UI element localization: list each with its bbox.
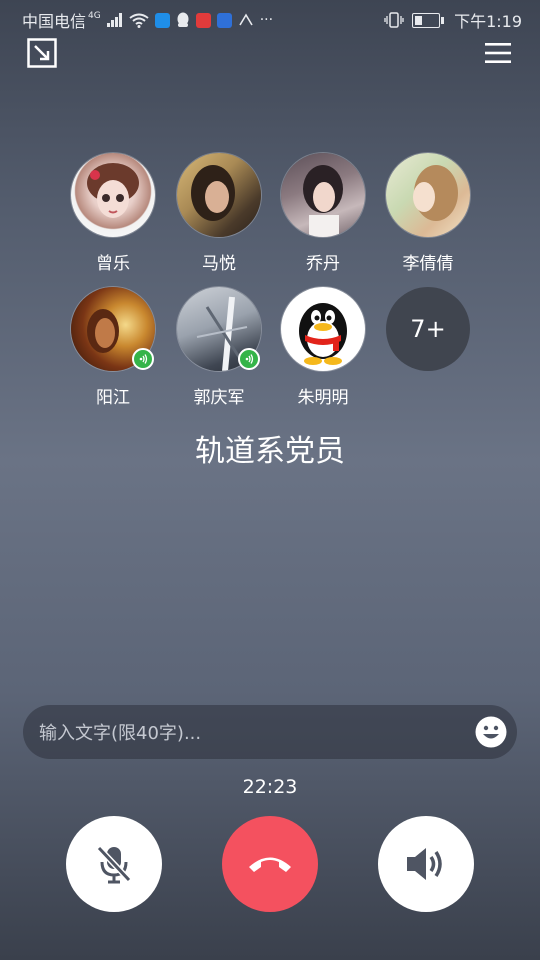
sound-wave-icon xyxy=(139,354,148,364)
member-name: 马悦 xyxy=(202,254,236,274)
smiley-icon xyxy=(475,716,507,748)
app-notification-icon xyxy=(239,13,253,26)
phone-hangup-icon xyxy=(249,857,291,872)
network-type-label: 4G xyxy=(88,11,101,21)
avatar-illustration xyxy=(87,163,139,218)
speaking-indicator xyxy=(238,348,260,370)
menu-button[interactable] xyxy=(485,42,511,64)
member-item[interactable]: 马悦 xyxy=(177,153,261,274)
member-name: 曾乐 xyxy=(96,254,130,274)
hangup-button[interactable] xyxy=(222,816,318,912)
mute-button[interactable] xyxy=(66,816,162,912)
emoji-button[interactable] xyxy=(475,716,507,748)
member-name: 郭庆军 xyxy=(193,388,245,408)
app-notification-icon xyxy=(195,12,211,28)
app-notification-icon xyxy=(216,12,232,28)
member-item[interactable]: 阳江 xyxy=(71,287,155,408)
avatar-illustration xyxy=(191,165,235,221)
member-name: 朱明明 xyxy=(297,388,349,408)
avatar xyxy=(281,287,365,371)
avatar xyxy=(386,153,470,237)
speaker-volume-icon xyxy=(407,848,442,880)
avatar-illustration xyxy=(413,165,458,221)
minimize-window-icon xyxy=(27,38,57,68)
microphone-muted-icon xyxy=(96,845,132,884)
battery-icon xyxy=(412,12,445,28)
app-notification-icon xyxy=(154,12,170,28)
carrier-label: 中国电信 xyxy=(22,12,87,31)
avatar xyxy=(71,153,155,237)
more-members-count: 7+ xyxy=(386,287,470,371)
call-duration: 22:23 xyxy=(242,776,298,798)
message-input[interactable] xyxy=(37,705,461,761)
status-bar-right: 下午1:19 xyxy=(384,8,522,32)
status-bar: 中国电信 4G ··· 下午1:19 xyxy=(0,0,540,36)
member-item[interactable]: 李倩倩 xyxy=(386,153,470,274)
signal-icon xyxy=(106,13,122,27)
avatar-illustration xyxy=(303,165,343,237)
member-name: 李倩倩 xyxy=(402,254,454,274)
vibrate-icon xyxy=(384,12,404,28)
wifi-icon xyxy=(129,13,149,28)
member-item[interactable]: 郭庆军 xyxy=(177,287,261,408)
qq-notification-icon xyxy=(177,12,189,27)
sound-wave-icon xyxy=(245,354,254,364)
member-item[interactable]: 乔丹 xyxy=(281,153,365,274)
status-bar-left: 中国电信 4G ··· xyxy=(22,8,273,32)
avatar xyxy=(281,153,365,237)
minimize-call-button[interactable] xyxy=(27,38,57,68)
more-members-button[interactable]: 7+ xyxy=(386,287,470,371)
member-item[interactable]: 曾乐 xyxy=(71,153,155,274)
member-item[interactable]: 朱明明 xyxy=(281,287,365,408)
speaker-button[interactable] xyxy=(378,816,474,912)
message-input-bar xyxy=(23,705,517,761)
avatar xyxy=(177,153,261,237)
voice-call-screen: 中国电信 4G ··· 下午1:19 曾乐 马悦 乔丹 李倩倩 阳江 郭庆军 朱… xyxy=(0,0,540,960)
member-name: 阳江 xyxy=(96,388,130,408)
qq-penguin-icon xyxy=(299,303,347,365)
speaking-indicator xyxy=(132,348,154,370)
member-name: 乔丹 xyxy=(306,254,340,274)
group-title: 轨道系党员 xyxy=(195,434,345,469)
hamburger-menu-icon xyxy=(485,43,511,63)
more-notifications-icon: ··· xyxy=(259,12,274,28)
clock-label: 下午1:19 xyxy=(454,12,522,31)
